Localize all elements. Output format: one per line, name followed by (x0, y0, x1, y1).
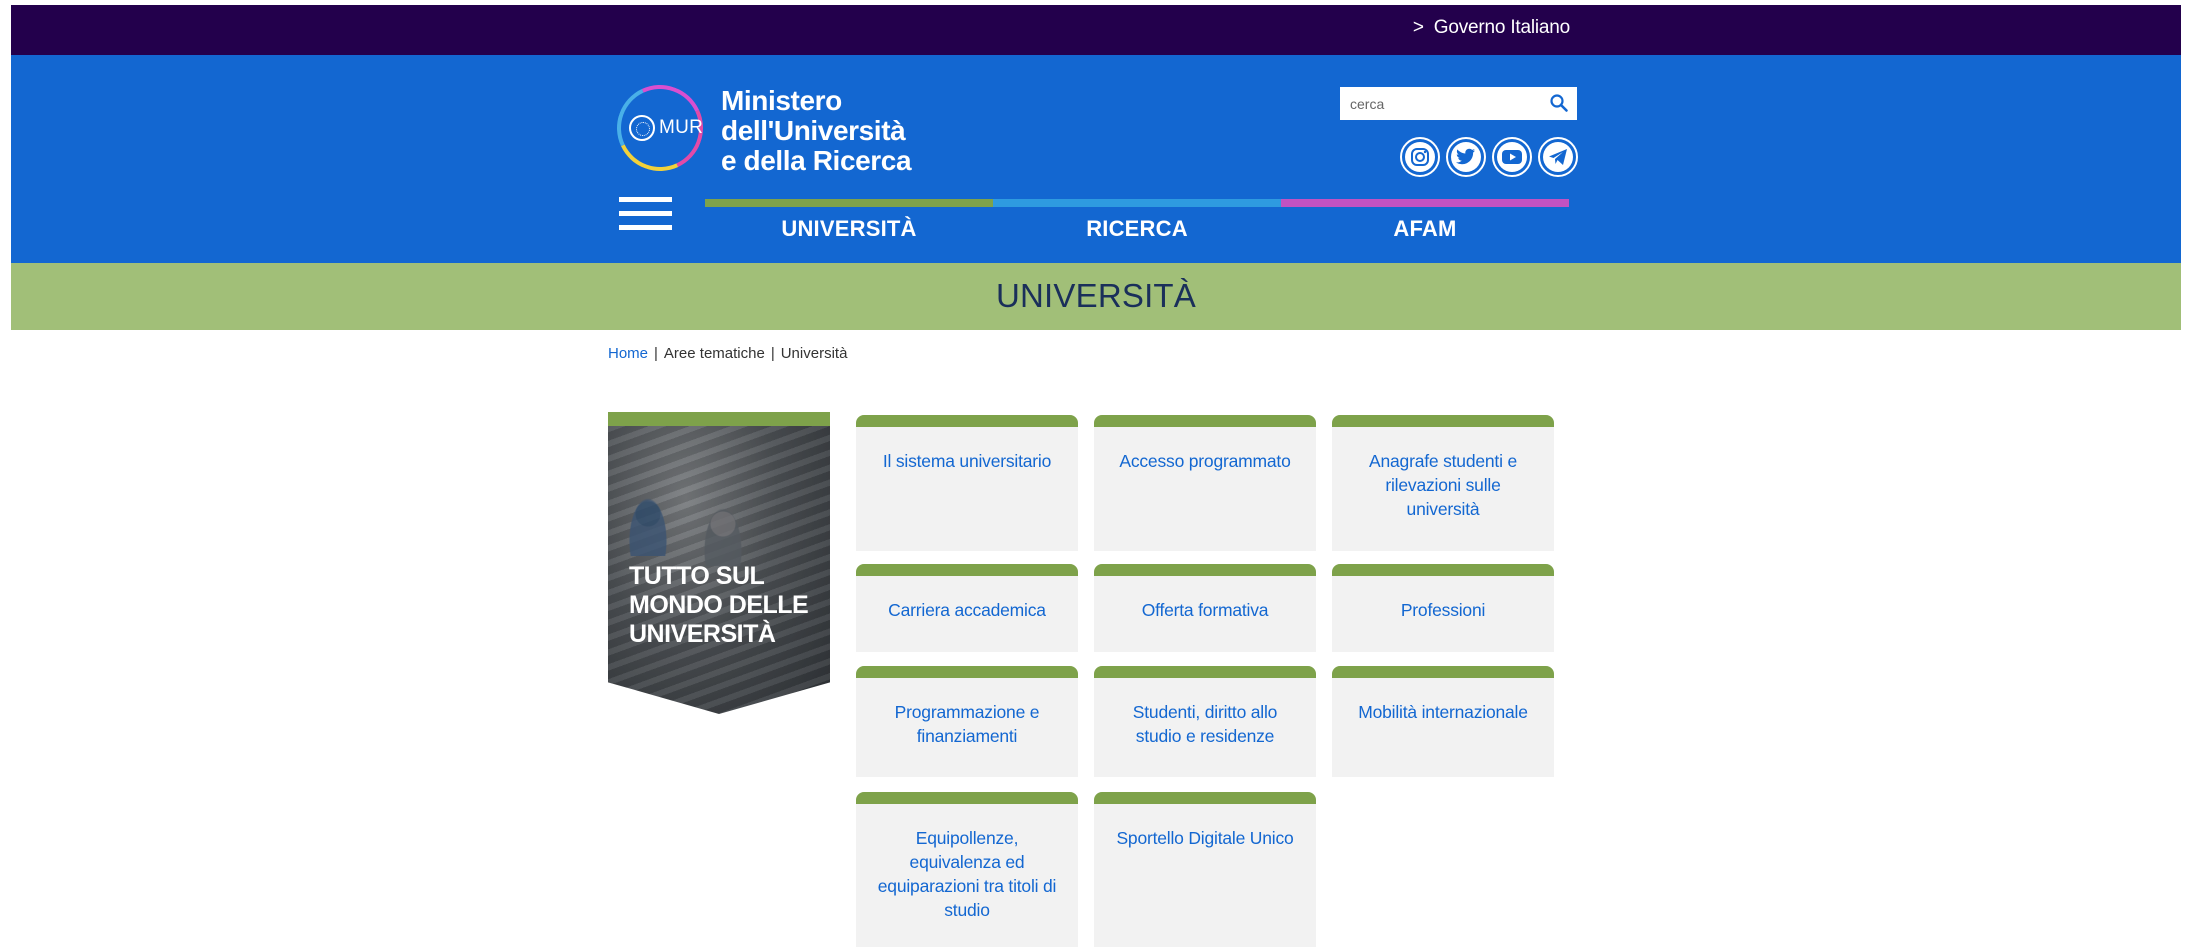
search-box (1340, 87, 1577, 120)
tile-carriera-accademica[interactable]: Carriera accademica (856, 564, 1078, 652)
tile-sistema-universitario[interactable]: Il sistema universitario (856, 415, 1078, 551)
tile-label: Programmazione e finanziamenti (894, 702, 1040, 746)
nav-stripe-afam (1281, 199, 1569, 207)
breadcrumb-separator: | (770, 345, 775, 362)
breadcrumb-separator: | (654, 345, 658, 362)
tile-label: Carriera accademica (888, 600, 1046, 620)
top-bar: > Governo Italiano (11, 5, 2181, 55)
nav-stripe-universita (705, 199, 993, 207)
nav-afam[interactable]: AFAM (1281, 199, 1569, 263)
ministry-name-line2: dell'Università (721, 115, 906, 146)
tile-mobilita-internazionale[interactable]: Mobilità internazionale (1332, 666, 1554, 777)
tile-label: Professioni (1400, 600, 1486, 620)
tile-offerta-formativa[interactable]: Offerta formativa (1094, 564, 1316, 652)
tile-studenti-diritto-studio[interactable]: Studenti, diritto allo studio e residenz… (1094, 666, 1316, 777)
tile-label: Il sistema universitario (882, 451, 1052, 471)
tile-label: Sportello Digitale Unico (1116, 828, 1294, 848)
hero-title-line3: UNIVERSITÀ (629, 620, 776, 648)
hero-card: TUTTO SUL MONDO DELLE UNIVERSITÀ (608, 412, 830, 714)
tile-professioni[interactable]: Professioni (1332, 564, 1554, 652)
tile-anagrafe-studenti[interactable]: Anagrafe studenti e rilevazioni sulle un… (1332, 415, 1554, 551)
hero-title: TUTTO SUL MONDO DELLE UNIVERSITÀ (629, 562, 809, 649)
logo-text: MUR (659, 117, 704, 138)
ministry-name-line3: e della Ricerca (721, 145, 912, 176)
tile-sportello-digitale-unico[interactable]: Sportello Digitale Unico (1094, 792, 1316, 947)
nav-afam-label: AFAM (1393, 216, 1457, 241)
hero-title-line1: TUTTO SUL (629, 562, 765, 590)
tile-programmazione-finanziamenti[interactable]: Programmazione e finanziamenti (856, 666, 1078, 777)
page: > Governo Italiano MUR Ministero dell'Uni… (11, 0, 2181, 947)
tile-label: Anagrafe studenti e rilevazioni sulle un… (1369, 451, 1517, 519)
hero-title-line2: MONDO DELLE (629, 591, 809, 619)
instagram-icon[interactable] (1400, 137, 1440, 177)
hero-card-accent (608, 412, 830, 426)
section-banner: UNIVERSITÀ (11, 263, 2181, 330)
nav-ricerca[interactable]: RICERCA (993, 199, 1281, 263)
tile-equipollenze[interactable]: Equipollenze, equivalenza ed equiparazio… (856, 792, 1078, 947)
ministry-name-line1: Ministero (721, 85, 842, 116)
governo-italiano-label: Governo Italiano (1433, 17, 1570, 38)
tile-label: Studenti, diritto allo studio e residenz… (1132, 702, 1278, 746)
twitter-icon[interactable] (1446, 137, 1486, 177)
tile-label: Offerta formativa (1141, 600, 1269, 620)
breadcrumb: Home | Aree tematiche | Università (608, 345, 847, 362)
nav-universita-label: UNIVERSITÀ (781, 216, 917, 241)
governo-italiano-link[interactable]: > Governo Italiano (1413, 17, 1570, 39)
telegram-icon[interactable] (1538, 137, 1578, 177)
youtube-icon[interactable] (1492, 137, 1532, 177)
nav-stripe-ricerca (993, 199, 1281, 207)
menu-hamburger-icon[interactable] (619, 197, 672, 232)
tile-label: Mobilità internazionale (1358, 702, 1528, 722)
breadcrumb-aree-tematiche: Aree tematiche (663, 345, 765, 362)
nav-universita[interactable]: UNIVERSITÀ (705, 199, 993, 263)
ministry-name[interactable]: Ministero dell'Università e della Ricerc… (721, 85, 912, 176)
site-header: MUR Ministero dell'Università e della Ri… (11, 55, 2181, 263)
search-input[interactable] (1340, 87, 1540, 120)
tile-label: Accesso programmato (1119, 451, 1291, 471)
search-icon[interactable] (1549, 93, 1569, 113)
breadcrumb-home[interactable]: Home (608, 345, 648, 362)
nav-ricerca-label: RICERCA (1086, 216, 1188, 241)
breadcrumb-current: Università (780, 345, 848, 362)
tile-label: Equipollenze, equivalenza ed equiparazio… (877, 828, 1057, 920)
page-title: UNIVERSITÀ (995, 277, 1197, 314)
chevron-right-icon: > (1412, 17, 1424, 38)
tile-accesso-programmato[interactable]: Accesso programmato (1094, 415, 1316, 551)
republic-seal-icon (629, 115, 655, 141)
